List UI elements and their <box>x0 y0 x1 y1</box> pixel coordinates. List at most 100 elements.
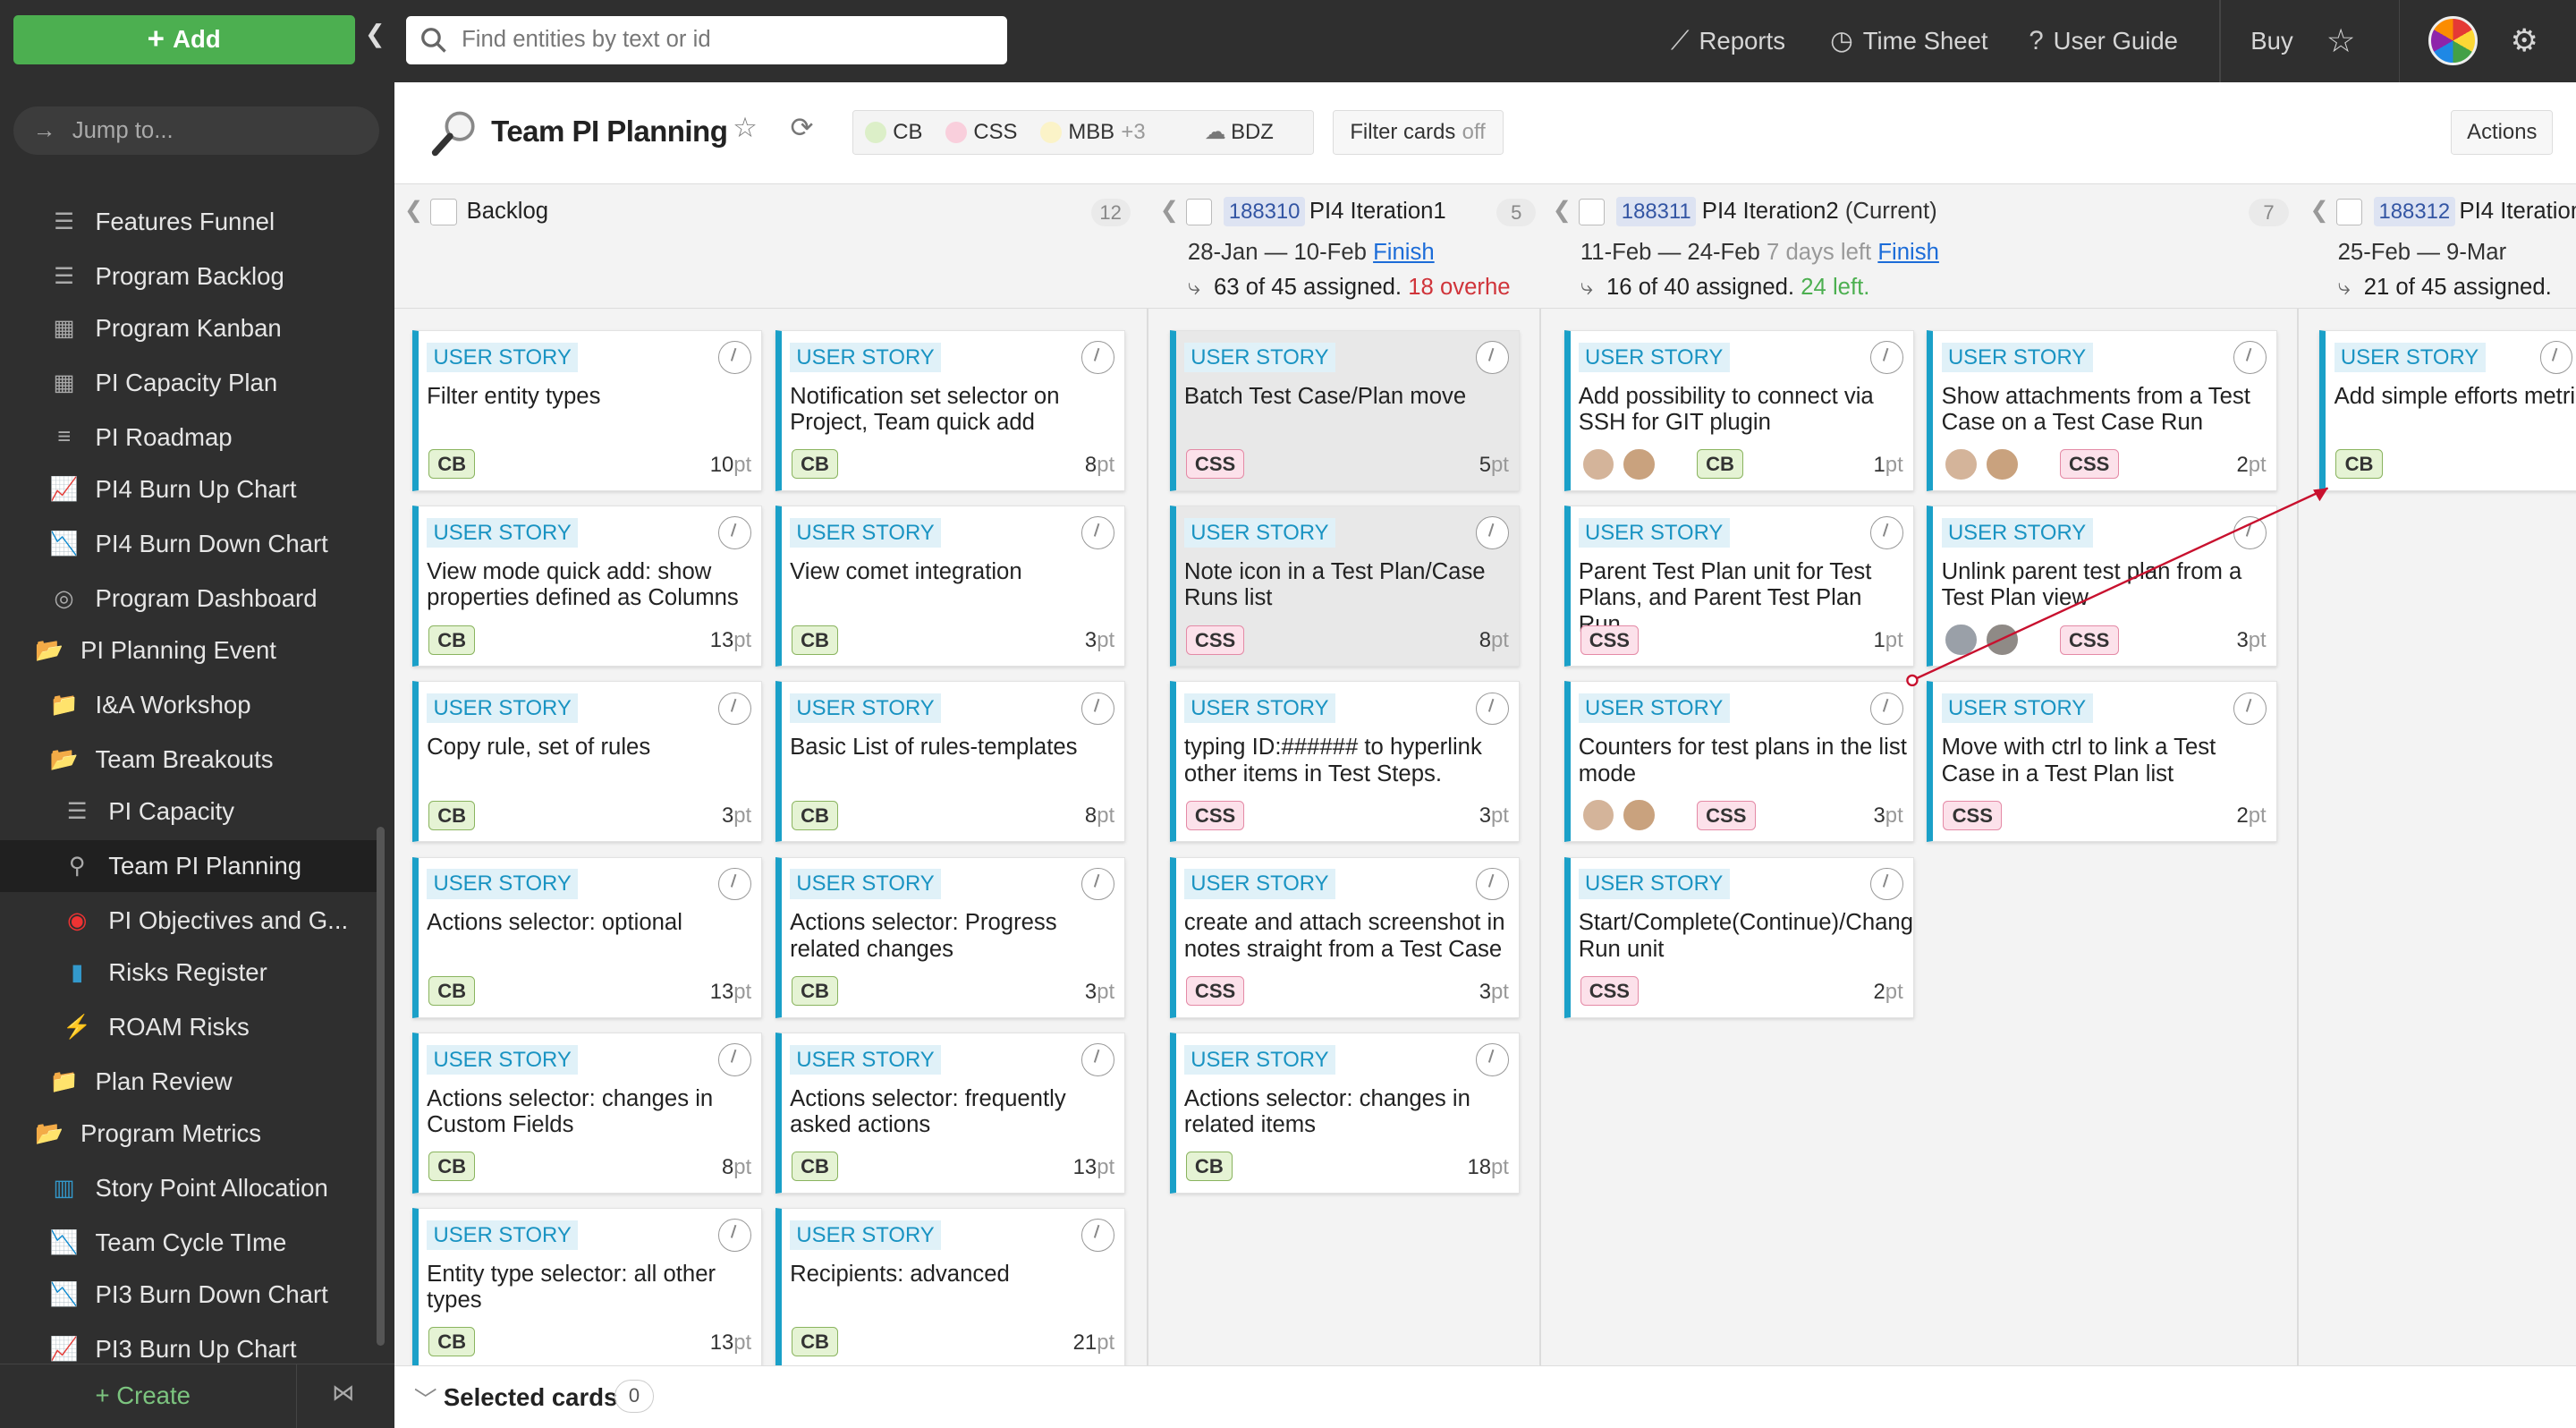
team-tag[interactable]: CB <box>791 625 839 655</box>
iteration-id-badge[interactable]: 188311 <box>1616 197 1697 227</box>
team-tag[interactable]: CB <box>791 800 839 830</box>
story-card[interactable]: USER STORY Move with ctrl to link a Test … <box>1927 681 2277 843</box>
filter-cards-button[interactable]: Filter cards off <box>1332 110 1504 155</box>
refresh-icon[interactable]: ⟳ <box>790 112 813 144</box>
team-tag[interactable]: CSS <box>2059 625 2119 655</box>
team-tag[interactable]: CB <box>1185 1152 1233 1182</box>
team-tag[interactable]: CSS <box>1943 800 2003 830</box>
iteration-id-badge[interactable]: 188312 <box>2374 197 2455 227</box>
progress-circle-icon[interactable] <box>2233 692 2267 726</box>
settings-sliders-icon[interactable]: ⚙ <box>2510 0 2538 82</box>
story-card[interactable]: USER STORY Filter entity types CB 10pt <box>412 330 763 492</box>
progress-circle-icon[interactable] <box>1476 341 1509 374</box>
progress-circle-icon[interactable] <box>1476 516 1509 550</box>
sidebar-item-program-backlog[interactable]: ☰ Program Backlog <box>49 250 284 302</box>
team-tag[interactable]: CB <box>428 1152 476 1182</box>
progress-circle-icon[interactable] <box>1081 1042 1115 1076</box>
sidebar-item-features-funnel[interactable]: ☰ Features Funnel <box>49 196 275 249</box>
progress-circle-icon[interactable] <box>718 516 752 550</box>
buy-link[interactable]: Buy <box>2250 0 2292 82</box>
collapse-left-icon[interactable]: ❮ <box>1553 197 1572 224</box>
progress-circle-icon[interactable] <box>1476 692 1509 726</box>
iteration-id-badge[interactable]: 188310 <box>1224 197 1305 227</box>
story-card[interactable]: USER STORY Counters for test plans in the… <box>1563 681 1914 843</box>
reports-link[interactable]: ⟋ Reports <box>1671 0 1785 82</box>
progress-circle-icon[interactable] <box>1869 867 1903 901</box>
progress-circle-icon[interactable] <box>1869 516 1903 550</box>
progress-circle-icon[interactable] <box>2233 516 2267 550</box>
progress-circle-icon[interactable] <box>1081 867 1115 901</box>
selected-cards-bar[interactable]: ﹀ Selected cards 0 <box>394 1365 2576 1428</box>
team-tag[interactable]: CB <box>791 449 839 480</box>
story-card[interactable]: USER STORY Actions selector: changes in C… <box>412 1032 763 1194</box>
sidebar-item-risks-register[interactable]: ▮ Risks Register <box>63 947 267 999</box>
sidebar-item-pi4-burn-down[interactable]: 📉 PI4 Burn Down Chart <box>49 518 328 571</box>
team-tag[interactable]: CSS <box>1185 800 1245 830</box>
jump-to-input[interactable]: → Jump to... <box>13 106 380 155</box>
team-tag[interactable]: CB <box>428 449 476 480</box>
select-column-checkbox[interactable] <box>1579 199 1606 225</box>
chevron-down-icon[interactable]: ﹀ <box>414 1381 437 1415</box>
story-card[interactable]: USER STORY Notification set selector on P… <box>775 330 1126 492</box>
progress-circle-icon[interactable] <box>1081 341 1115 374</box>
user-guide-link[interactable]: ? User Guide <box>2029 0 2178 82</box>
story-card[interactable]: USER STORY Batch Test Case/Plan move CSS 5p… <box>1169 330 1520 492</box>
actions-button[interactable]: Actions <box>2451 110 2554 155</box>
collapse-icon[interactable]: ⋈ <box>332 1380 355 1407</box>
sidebar-item-plan-review[interactable]: 📁 Plan Review <box>49 1055 233 1108</box>
select-column-checkbox[interactable] <box>2335 199 2363 225</box>
story-card[interactable]: USER STORY Show attachments from a Test C… <box>1927 330 2277 492</box>
collapse-sidebar-icon[interactable]: ❮ <box>365 20 386 48</box>
progress-circle-icon[interactable] <box>718 1218 752 1252</box>
story-card[interactable]: USER STORY Parent Test Plan unit for Test… <box>1563 506 1914 667</box>
team-tag[interactable]: CB <box>428 800 476 830</box>
card-assignees[interactable] <box>1580 797 1663 834</box>
story-card[interactable]: USER STORY Basic List of rules-templates C… <box>775 681 1126 843</box>
progress-circle-icon[interactable] <box>1869 692 1903 726</box>
select-column-checkbox[interactable] <box>430 199 457 225</box>
star-icon[interactable]: ☆ <box>2326 0 2356 82</box>
sidebar-item-team-cycle-time[interactable]: 📉 Team Cycle TIme <box>49 1216 287 1269</box>
sidebar-item-team-breakouts[interactable]: 📂 Team Breakouts <box>49 733 274 786</box>
progress-circle-icon[interactable] <box>2233 341 2267 374</box>
search-box[interactable] <box>405 16 1007 64</box>
team-tag[interactable]: CSS <box>2059 449 2119 480</box>
story-card[interactable]: USER STORY Actions selector: optional CB 13… <box>412 856 763 1018</box>
story-card[interactable]: USER STORY Actions selector: frequently a… <box>775 1032 1126 1194</box>
sidebar-item-pi-roadmap[interactable]: ≡ PI Roadmap <box>49 411 233 463</box>
story-card[interactable]: USER STORY Actions selector: changes in r… <box>1169 1032 1520 1194</box>
finish-link[interactable]: Finish <box>1373 240 1435 265</box>
team-tag[interactable]: CB <box>428 975 476 1006</box>
sidebar-item-ia-workshop[interactable]: 📁 I&A Workshop <box>49 679 251 732</box>
sidebar-item-story-point-allocation[interactable]: ▥ Story Point Allocation <box>49 1162 327 1215</box>
search-input[interactable] <box>462 27 987 54</box>
story-card[interactable]: USER STORY Actions selector: Progress rel… <box>775 856 1126 1018</box>
sidebar-item-roam-risks[interactable]: ⚡ ROAM Risks <box>63 1001 250 1054</box>
sidebar-item-pi4-burn-up[interactable]: 📈 PI4 Burn Up Chart <box>49 463 297 516</box>
user-avatar[interactable] <box>2428 16 2478 66</box>
story-card[interactable]: USER STORY Note icon in a Test Plan/Case … <box>1169 506 1520 667</box>
progress-circle-icon[interactable] <box>2539 341 2573 374</box>
card-assignees[interactable] <box>1580 446 1663 483</box>
progress-circle-icon[interactable] <box>1081 1218 1115 1252</box>
progress-circle-icon[interactable] <box>718 341 752 374</box>
team-tag[interactable]: CSS <box>1696 800 1756 830</box>
story-card[interactable]: USER STORY Copy rule, set of rules CB 3pt <box>412 681 763 843</box>
card-assignees[interactable] <box>1943 446 2025 483</box>
progress-circle-icon[interactable] <box>1081 692 1115 726</box>
team-tag[interactable]: CB <box>2335 449 2383 480</box>
team-tag[interactable]: CSS <box>1185 625 1245 655</box>
team-tag[interactable]: CB <box>791 1152 839 1182</box>
team-selector[interactable]: CB CSS MBB +3 ☁ BDZ <box>852 110 1315 155</box>
sidebar-item-program-kanban[interactable]: ▦ Program Kanban <box>49 302 281 355</box>
team-tag[interactable]: CB <box>428 1327 476 1357</box>
timesheet-link[interactable]: ◷ Time Sheet <box>1830 0 1988 82</box>
team-tag[interactable]: CSS <box>1185 975 1245 1006</box>
sidebar-item-team-pi-planning[interactable]: ⚲ Team PI Planning <box>0 839 377 893</box>
story-card[interactable]: USER STORY Recipients: advanced CB 21pt <box>775 1207 1126 1369</box>
sidebar-item-program-dashboard[interactable]: ◎ Program Dashboard <box>49 572 317 625</box>
progress-circle-icon[interactable] <box>718 1042 752 1076</box>
story-card[interactable]: USER STORY create and attach screenshot i… <box>1169 856 1520 1018</box>
progress-circle-icon[interactable] <box>718 867 752 901</box>
progress-circle-icon[interactable] <box>1869 341 1903 374</box>
